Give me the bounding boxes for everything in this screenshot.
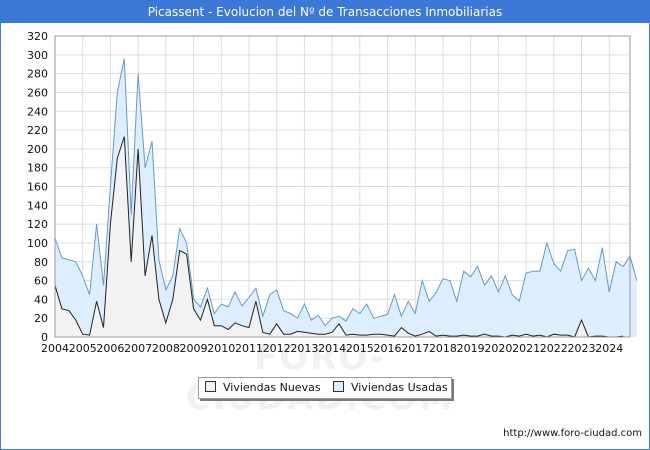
legend-label-usadas: Viviendas Usadas (351, 381, 448, 394)
y-tick-label: 60 (34, 275, 48, 288)
x-tick-label: 2010 (207, 342, 235, 355)
y-tick-label: 160 (27, 181, 48, 194)
x-tick-label: 2006 (96, 342, 124, 355)
legend-swatch-usadas (333, 381, 344, 392)
x-tick-label: 2005 (69, 342, 97, 355)
x-tick-label: 2013 (290, 342, 318, 355)
x-tick-label: 2004 (41, 342, 69, 355)
x-tick-label: 2020 (484, 342, 512, 355)
x-tick-label: 2017 (401, 342, 429, 355)
x-tick-label: 2021 (512, 342, 540, 355)
y-tick-label: 320 (27, 30, 48, 43)
y-tick-label: 200 (27, 143, 48, 156)
footer-url: http://www.foro-ciudad.com (503, 428, 642, 439)
x-tick-label: 2008 (152, 342, 180, 355)
y-tick-label: 40 (34, 293, 48, 306)
x-tick-label: 2009 (180, 342, 208, 355)
x-tick-label: 2022 (540, 342, 568, 355)
x-tick-label: 2014 (318, 342, 346, 355)
x-tick-label: 2007 (124, 342, 152, 355)
y-tick-label: 120 (27, 218, 48, 231)
y-tick-label: 80 (34, 256, 48, 269)
legend-swatch-nuevas (205, 381, 216, 392)
x-tick-label: 2023 (568, 342, 596, 355)
x-tick-label: 2012 (263, 342, 291, 355)
y-tick-label: 260 (27, 86, 48, 99)
x-tick-label: 2018 (429, 342, 457, 355)
legend-item-usadas: Viviendas Usadas (333, 381, 448, 395)
y-tick-label: 240 (27, 105, 48, 118)
legend-item-nuevas: Viviendas Nuevas (205, 381, 321, 395)
x-tick-label: 2019 (457, 342, 485, 355)
x-tick-label: 2024 (595, 342, 623, 355)
y-tick-label: 100 (27, 237, 48, 250)
y-tick-label: 180 (27, 162, 48, 175)
legend: Viviendas Nuevas Viviendas Usadas (198, 377, 452, 399)
y-tick-label: 20 (34, 312, 48, 325)
y-tick-label: 220 (27, 124, 48, 137)
legend-label-nuevas: Viviendas Nuevas (223, 381, 321, 394)
x-tick-label: 2011 (235, 342, 263, 355)
x-tick-label: 2016 (374, 342, 402, 355)
y-tick-label: 300 (27, 49, 48, 62)
y-tick-label: 280 (27, 68, 48, 81)
x-tick-label: 2015 (346, 342, 374, 355)
y-tick-label: 140 (27, 199, 48, 212)
